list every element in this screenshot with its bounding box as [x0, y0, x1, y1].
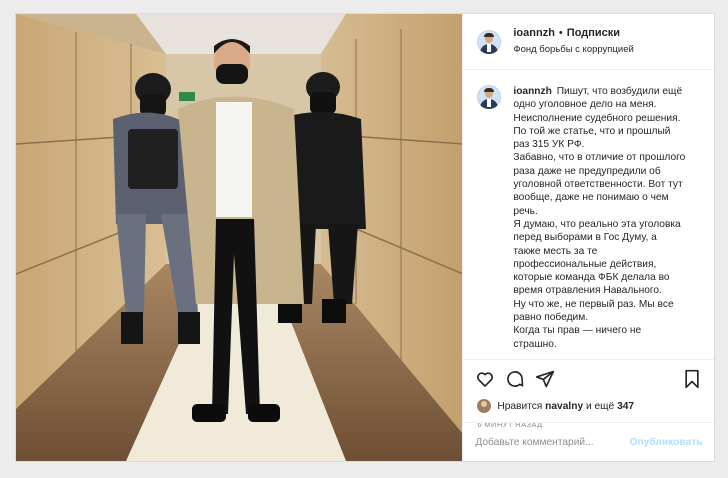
- caption-line: раз 315 УК РФ.: [513, 139, 585, 151]
- comment-icon[interactable]: [503, 367, 527, 391]
- publish-button[interactable]: Опубликовать: [630, 437, 703, 448]
- liker-username[interactable]: navalny: [545, 401, 583, 412]
- caption-line: перед выборами в Гос Думу, а: [513, 232, 657, 244]
- following-button[interactable]: Подписки: [567, 26, 620, 41]
- caption-line: уголовной ответственности. Вот тут: [513, 179, 683, 191]
- caption-line: Пишут, что возбудили ещё: [556, 86, 683, 97]
- author-username[interactable]: ioannzh: [513, 26, 555, 41]
- comment-box: Опубликовать: [463, 422, 715, 461]
- caption-line: раза даже не предупредили об: [513, 165, 661, 177]
- liker-avatar[interactable]: [477, 399, 492, 413]
- post-sidebar: ioannzh • Подписки Фонд борьбы с коррупц…: [462, 14, 715, 461]
- action-icons: [463, 360, 714, 398]
- header-text: ioannzh • Подписки Фонд борьбы с коррупц…: [513, 26, 633, 57]
- caption-line: страшно.: [513, 338, 557, 350]
- likes-count[interactable]: 347: [617, 401, 634, 412]
- caption-line: вообще, даже не понимаю о чем: [513, 192, 669, 204]
- likes-prefix: Нравится: [497, 400, 543, 412]
- caption-line: Когда ты прав — ничего не: [513, 325, 642, 337]
- caption-line: Ну что же, не первый раз. Мы все: [513, 298, 674, 310]
- separator-dot: •: [558, 27, 563, 39]
- caption-line: Забавно, что в отличие от прошлого: [513, 152, 686, 164]
- caption-line: которые команда ФБК делала во: [513, 272, 670, 284]
- caption-line: профессиональные действия,: [513, 258, 657, 270]
- caption-line: Неисполнение судебного решения.: [513, 112, 681, 124]
- heart-icon[interactable]: [473, 367, 497, 391]
- caption-username[interactable]: ioannzh: [513, 86, 551, 97]
- header-row: ioannzh • Подписки: [513, 26, 633, 41]
- caption-author-avatar[interactable]: [477, 85, 502, 109]
- likes-middle: и ещё: [585, 400, 615, 412]
- post-header: ioannzh • Подписки Фонд борьбы с коррупц…: [463, 14, 714, 70]
- post-card: ioannzh • Подписки Фонд борьбы с коррупц…: [15, 13, 715, 462]
- likes-row: Нравится navalny и ещё 347: [463, 398, 714, 414]
- caption-first-line: ioannzh Пишут, что возбудили ещё: [513, 85, 703, 98]
- author-avatar[interactable]: [477, 29, 502, 54]
- post-location[interactable]: Фонд борьбы с коррупцией: [513, 42, 633, 57]
- caption-line: равно победим.: [513, 312, 589, 324]
- caption-line: Я думаю, что реально эта уголовка: [513, 218, 681, 230]
- caption-line: также месть за те: [513, 245, 598, 257]
- caption-line: речь.: [513, 205, 538, 217]
- share-icon[interactable]: [533, 367, 557, 391]
- photo-illustration: [16, 14, 463, 461]
- caption-line: По той же статье, что и прошлый: [513, 125, 671, 137]
- caption-area: ioannzh Пишут, что возбудили ещё одно уг…: [463, 71, 714, 359]
- comment-input[interactable]: [475, 436, 630, 448]
- caption-text: ioannzh Пишут, что возбудили ещё одно уг…: [513, 85, 703, 359]
- caption-line: время отравления Навального.: [513, 285, 662, 297]
- caption-line: одно уголовное дело на меня.: [513, 99, 657, 111]
- bookmark-icon[interactable]: [680, 367, 704, 391]
- post-photo[interactable]: [16, 14, 463, 461]
